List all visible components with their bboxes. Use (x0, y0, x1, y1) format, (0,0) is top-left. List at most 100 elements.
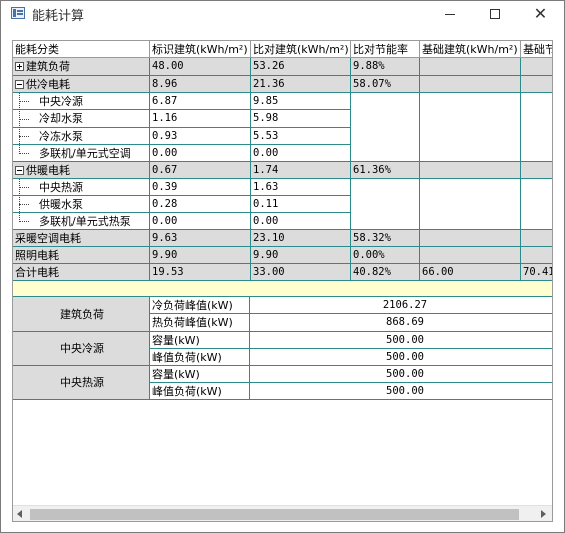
summary-metric-name[interactable]: 容量(kW) (150, 332, 250, 349)
cell-merged-empty[interactable] (351, 179, 420, 230)
cell-value[interactable]: 9.90 (150, 247, 251, 264)
summary-metric-value[interactable]: 500.00 (250, 383, 552, 400)
cell-value[interactable]: 0.00 (150, 213, 251, 230)
cell-value[interactable]: 66.00 (420, 264, 521, 281)
row-cooling-water-pump-label[interactable]: 冷却水泵 (13, 110, 150, 128)
summary-metric-name[interactable]: 峰值负荷(kW) (150, 349, 250, 366)
cell-value[interactable]: 9.90 (251, 247, 351, 264)
cell-value[interactable]: 19.53 (150, 264, 251, 281)
cell-value[interactable]: 48.00 (150, 58, 251, 76)
row-lighting-label[interactable]: 照明电耗 (13, 247, 150, 264)
title-bar[interactable]: 能耗计算 ✕ (1, 1, 564, 27)
cell-merged-empty[interactable] (351, 93, 420, 162)
header-baseline-saving-rate[interactable]: 基础节 (521, 41, 552, 58)
summary-metric-name[interactable]: 热负荷峰值(kW) (150, 314, 250, 332)
summary-metric-value[interactable]: 2106.27 (250, 297, 552, 314)
cell-value[interactable]: 70.41% (521, 264, 552, 281)
cell-empty[interactable] (420, 162, 521, 179)
cell-value[interactable]: 1.63 (251, 179, 351, 196)
minimize-button[interactable] (427, 1, 472, 27)
header-category[interactable]: 能耗分类 (13, 41, 150, 58)
cell-empty[interactable] (420, 247, 521, 264)
row-multi-split-ac-label[interactable]: 多联机/单元式空调 (13, 145, 150, 162)
cell-value[interactable]: 0.00% (351, 247, 420, 264)
cell-value[interactable]: 23.10 (251, 230, 351, 247)
row-building-load-label[interactable]: 建筑负荷 (13, 58, 150, 76)
summary-metric-name[interactable]: 容量(kW) (150, 366, 250, 383)
cell-empty[interactable] (521, 230, 552, 247)
cell-value[interactable]: 5.53 (251, 128, 351, 145)
cell-value[interactable]: 21.36 (251, 76, 351, 93)
close-button[interactable]: ✕ (518, 1, 563, 27)
cell-empty[interactable] (420, 230, 521, 247)
cell-empty[interactable] (521, 76, 552, 93)
cell-value[interactable]: 0.67 (150, 162, 251, 179)
cell-value[interactable]: 1.74 (251, 162, 351, 179)
cell-value[interactable]: 8.96 (150, 76, 251, 93)
cell-value[interactable]: 0.28 (150, 196, 251, 213)
cell-value[interactable]: 5.98 (251, 110, 351, 128)
cell-merged-empty[interactable] (420, 179, 521, 230)
maximize-icon (489, 9, 500, 19)
cell-value[interactable]: 9.63 (150, 230, 251, 247)
cell-value[interactable]: 33.00 (251, 264, 351, 281)
row-hvac-label[interactable]: 采暖空调电耗 (13, 230, 150, 247)
collapse-icon[interactable] (15, 79, 24, 89)
summary-metric-value[interactable]: 868.69 (250, 314, 552, 332)
row-cooling-label[interactable]: 供冷电耗 (13, 76, 150, 93)
scroll-thumb[interactable] (30, 509, 519, 520)
scroll-right-icon[interactable] (541, 510, 546, 518)
cell-value[interactable]: 40.82% (351, 264, 420, 281)
cell-empty[interactable] (521, 58, 552, 76)
cell-value[interactable]: 61.36% (351, 162, 420, 179)
header-comparison-saving-rate[interactable]: 比对节能率 (351, 41, 420, 58)
cell-merged-empty[interactable] (521, 93, 552, 162)
cell-value[interactable]: 9.85 (251, 93, 351, 110)
energy-calc-window: 能耗计算 ✕ 能耗分类 标识建筑(kWh/m²) 比对建筑(kWh/m²) 比对… (0, 0, 565, 533)
cell-value[interactable]: 0.11 (251, 196, 351, 213)
row-central-heat-label[interactable]: 中央热源 (13, 179, 150, 196)
summary-metric-value[interactable]: 500.00 (250, 332, 552, 349)
separator-row (13, 281, 552, 297)
summary-building-load-label[interactable]: 建筑负荷 (13, 297, 150, 332)
cell-merged-empty[interactable] (420, 93, 521, 162)
row-multi-split-heat-label[interactable]: 多联机/单元式热泵 (13, 213, 150, 230)
row-total-label[interactable]: 合计电耗 (13, 264, 150, 281)
cell-value[interactable]: 53.26 (251, 58, 351, 76)
header-labeled-building[interactable]: 标识建筑(kWh/m²) (150, 41, 251, 58)
horizontal-scrollbar[interactable] (13, 505, 552, 521)
cell-value[interactable]: 58.32% (351, 230, 420, 247)
summary-metric-value[interactable]: 500.00 (250, 366, 552, 383)
expand-icon[interactable] (15, 61, 24, 71)
row-central-chiller-label[interactable]: 中央冷源 (13, 93, 150, 110)
cell-empty[interactable] (420, 58, 521, 76)
cell-empty[interactable] (420, 76, 521, 93)
cell-empty[interactable] (521, 247, 552, 264)
maximize-button[interactable] (472, 1, 517, 27)
row-chilled-water-pump-label[interactable]: 冷冻水泵 (13, 128, 150, 145)
summary-metric-name[interactable]: 冷负荷峰值(kW) (150, 297, 250, 314)
scroll-left-icon[interactable] (17, 510, 22, 518)
summary-metric-value[interactable]: 500.00 (250, 349, 552, 366)
cell-value[interactable]: 0.00 (150, 145, 251, 162)
cell-value[interactable]: 1.16 (150, 110, 251, 128)
collapse-icon[interactable] (15, 165, 24, 175)
cell-value[interactable]: 0.00 (251, 145, 351, 162)
header-comparison-building[interactable]: 比对建筑(kWh/m²) (251, 41, 351, 58)
summary-metric-name[interactable]: 峰值负荷(kW) (150, 383, 250, 400)
cell-value[interactable]: 58.07% (351, 76, 420, 93)
cell-empty[interactable] (521, 162, 552, 179)
row-heating-label[interactable]: 供暖电耗 (13, 162, 150, 179)
tree-connector (19, 187, 29, 188)
minimize-icon (444, 13, 455, 15)
header-baseline-building[interactable]: 基础建筑(kWh/m²) (420, 41, 521, 58)
cell-merged-empty[interactable] (521, 179, 552, 230)
cell-value[interactable]: 9.88% (351, 58, 420, 76)
cell-value[interactable]: 0.39 (150, 179, 251, 196)
cell-value[interactable]: 6.87 (150, 93, 251, 110)
row-heating-pump-label[interactable]: 供暖水泵 (13, 196, 150, 213)
cell-value[interactable]: 0.93 (150, 128, 251, 145)
summary-central-cooling-label[interactable]: 中央冷源 (13, 332, 150, 366)
summary-central-heating-label[interactable]: 中央热源 (13, 366, 150, 400)
cell-value[interactable]: 0.00 (251, 213, 351, 230)
